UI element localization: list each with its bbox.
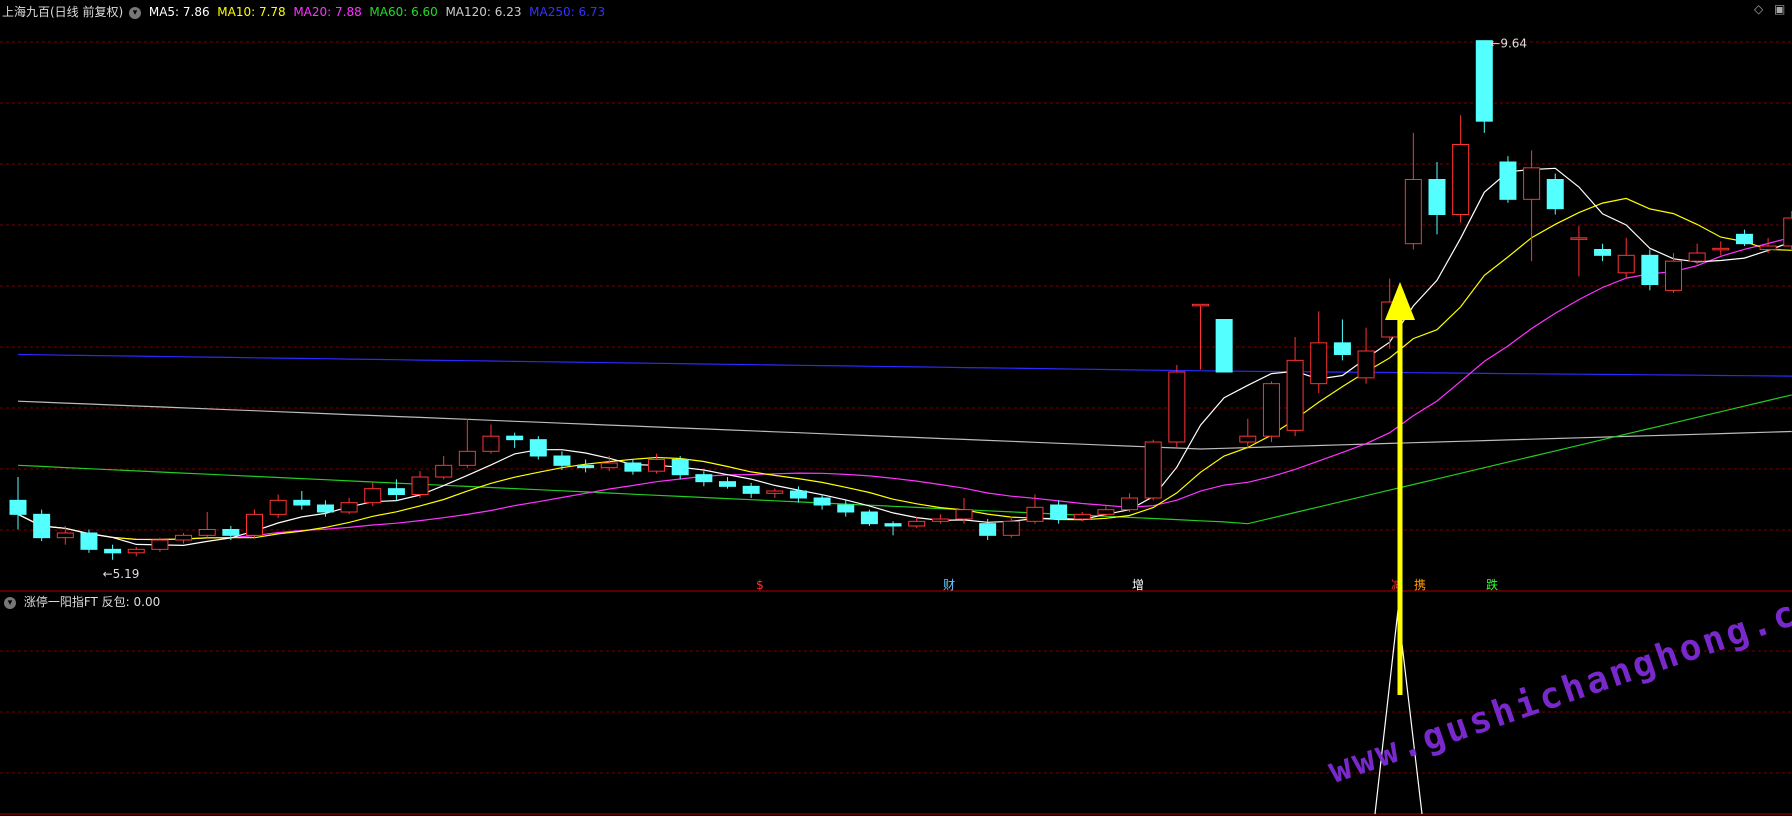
candle-body	[1665, 260, 1682, 291]
candle-body	[1641, 254, 1659, 285]
candle-body	[1215, 319, 1233, 373]
event-marker: $	[756, 578, 764, 592]
candle-body	[931, 518, 949, 522]
candle-body	[9, 499, 27, 515]
candle-body	[1404, 179, 1422, 245]
candle-body	[127, 548, 145, 554]
candle-body	[1617, 254, 1635, 274]
ma5-label: MA5: 7.86	[148, 5, 210, 19]
candle-body	[387, 488, 405, 495]
candle-body	[506, 435, 524, 441]
candle-body	[860, 511, 878, 525]
candle-body	[269, 499, 287, 515]
candle-body	[1570, 237, 1588, 240]
candle-body	[1523, 167, 1541, 200]
candle-body	[1428, 179, 1446, 215]
candle-body	[1735, 233, 1753, 245]
event-marker: 携	[1414, 577, 1426, 592]
event-marker: 增	[1132, 578, 1144, 592]
ma20-line	[17, 236, 1792, 541]
candle-body	[1121, 497, 1139, 511]
low-price-label: ←5.19	[103, 567, 140, 581]
diamond-icon[interactable]: ◇	[1754, 2, 1763, 16]
candle-body	[600, 462, 618, 469]
candle-body	[316, 504, 334, 513]
candle-body	[1452, 144, 1470, 215]
candle-body	[364, 488, 382, 504]
high-price-label: ←9.64	[1490, 37, 1527, 51]
candle-body	[553, 455, 571, 466]
candle-body	[293, 499, 311, 506]
candle-body	[198, 529, 216, 536]
candle-body	[577, 464, 595, 469]
candle-body	[671, 459, 689, 476]
candle-body	[624, 462, 642, 472]
candle-body	[648, 459, 666, 472]
candle-body	[1783, 217, 1792, 247]
candle-body	[884, 523, 902, 527]
candle-body	[979, 523, 997, 536]
candle-body	[1333, 342, 1351, 356]
ma10-label: MA10: 7.78	[217, 5, 286, 19]
indicator-header: ▾ 涨停一阳指FT 反包: 0.00	[2, 593, 160, 610]
event-marker: 跌	[1486, 577, 1498, 592]
candle-body	[813, 497, 831, 506]
indicator-menu-icon[interactable]: ▾	[4, 596, 16, 609]
candle-body	[1546, 179, 1564, 210]
stock-title: 上海九百(日线 前复权)	[2, 5, 124, 19]
main-header: 上海九百(日线 前复权) ▾ MA5: 7.86 MA10: 7.78 MA20…	[2, 3, 605, 20]
candle-body	[1239, 435, 1257, 443]
candle-body	[766, 490, 784, 494]
candle-body	[175, 534, 193, 541]
candle-body	[56, 532, 74, 539]
candle-body	[1026, 506, 1044, 522]
candle-body	[1168, 371, 1186, 443]
candle-body	[435, 464, 453, 478]
candle-body	[80, 532, 98, 550]
candle-body	[1286, 359, 1304, 431]
candle-body	[33, 513, 51, 539]
ma60-label: MA60: 6.60	[369, 5, 438, 19]
candle-body	[1097, 509, 1115, 515]
candle-body	[955, 509, 973, 520]
ma20-label: MA20: 7.88	[293, 5, 362, 19]
candle-body	[695, 474, 713, 483]
candle-body	[529, 439, 547, 457]
candle-body	[1310, 342, 1328, 385]
indicator-label: 涨停一阳指FT 反包: 0.00	[23, 595, 161, 609]
candle-body	[1002, 520, 1020, 536]
candle-body	[742, 485, 760, 494]
candle-body	[1050, 504, 1068, 520]
candle-body	[1192, 303, 1209, 307]
candle-body	[789, 490, 807, 499]
candle-body	[1712, 247, 1730, 251]
candle-body	[1357, 350, 1375, 379]
candle-body	[837, 504, 855, 513]
ma250-label: MA250: 6.73	[529, 5, 606, 19]
candle-body	[908, 520, 926, 527]
window-restore-icon[interactable]: ▣	[1774, 2, 1785, 16]
candle-body	[458, 450, 476, 466]
candle-body	[246, 513, 263, 536]
candle-body	[104, 548, 122, 554]
candle-body	[1144, 441, 1162, 499]
candle-body	[340, 502, 358, 513]
candle-body	[151, 539, 169, 550]
candle-body	[1073, 513, 1091, 520]
candle-body	[1262, 383, 1280, 437]
candle-body	[1475, 40, 1493, 122]
ma250-line	[17, 353, 1792, 377]
candle-body	[1688, 252, 1706, 262]
ma120-label: MA120: 6.23	[445, 5, 522, 19]
candle-body	[411, 476, 429, 495]
ma10-line	[17, 197, 1792, 541]
candle-body	[482, 435, 500, 452]
candle-body	[1594, 249, 1612, 256]
menu-icon[interactable]: ▾	[129, 6, 142, 19]
candle-body	[719, 481, 736, 487]
candle-body	[1499, 161, 1517, 200]
candle-body	[1759, 245, 1777, 250]
candle-body	[222, 529, 240, 536]
event-marker: 财	[943, 578, 955, 592]
